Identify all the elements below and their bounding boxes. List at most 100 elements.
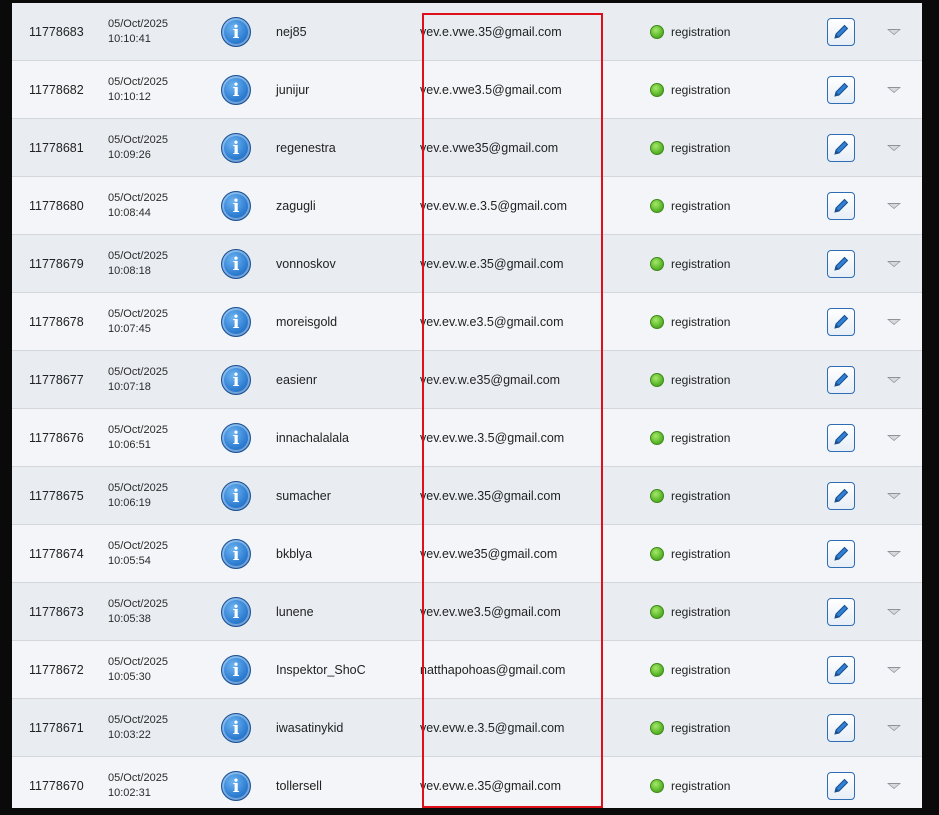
edit-cell[interactable] — [826, 3, 856, 61]
info-cell[interactable]: i — [220, 3, 252, 61]
edit-button[interactable] — [827, 308, 855, 336]
table-row[interactable]: 11778672 05/Oct/2025 10:05:30 i Inspekto… — [12, 641, 922, 699]
chevron-down-icon[interactable] — [887, 493, 901, 499]
edit-button[interactable] — [827, 250, 855, 278]
chevron-down-icon[interactable] — [887, 435, 901, 441]
info-cell[interactable]: i — [220, 583, 252, 641]
table-row[interactable]: 11778680 05/Oct/2025 10:08:44 i zagugli … — [12, 177, 922, 235]
info-cell[interactable]: i — [220, 293, 252, 351]
table-row[interactable]: 11778683 05/Oct/2025 10:10:41 i nej85 ve… — [12, 3, 922, 61]
chevron-down-icon[interactable] — [887, 261, 901, 267]
info-icon[interactable]: i — [221, 655, 251, 685]
edit-button[interactable] — [827, 424, 855, 452]
edit-button[interactable] — [827, 18, 855, 46]
table-row[interactable]: 11778678 05/Oct/2025 10:07:45 i moreisgo… — [12, 293, 922, 351]
edit-cell[interactable] — [826, 583, 856, 641]
edit-button[interactable] — [827, 192, 855, 220]
table-row[interactable]: 11778670 05/Oct/2025 10:02:31 i tollerse… — [12, 757, 922, 808]
info-icon[interactable]: i — [221, 597, 251, 627]
edit-cell[interactable] — [826, 293, 856, 351]
edit-cell[interactable] — [826, 757, 856, 808]
edit-cell[interactable] — [826, 525, 856, 583]
edit-cell[interactable] — [826, 467, 856, 525]
chevron-down-icon[interactable] — [887, 145, 901, 151]
info-cell[interactable]: i — [220, 61, 252, 119]
info-icon[interactable]: i — [221, 539, 251, 569]
info-cell[interactable]: i — [220, 235, 252, 293]
edit-button[interactable] — [827, 772, 855, 800]
info-icon[interactable]: i — [221, 249, 251, 279]
row-username: Inspektor_ShoC — [276, 663, 366, 677]
edit-button[interactable] — [827, 76, 855, 104]
expand-cell[interactable] — [884, 177, 904, 235]
info-icon[interactable]: i — [221, 191, 251, 221]
table-row[interactable]: 11778682 05/Oct/2025 10:10:12 i junijur … — [12, 61, 922, 119]
expand-cell[interactable] — [884, 699, 904, 757]
edit-cell[interactable] — [826, 641, 856, 699]
info-cell[interactable]: i — [220, 641, 252, 699]
edit-cell[interactable] — [826, 119, 856, 177]
edit-cell[interactable] — [826, 235, 856, 293]
info-cell[interactable]: i — [220, 351, 252, 409]
table-row[interactable]: 11778675 05/Oct/2025 10:06:19 i sumacher… — [12, 467, 922, 525]
expand-cell[interactable] — [884, 467, 904, 525]
chevron-down-icon[interactable] — [887, 87, 901, 93]
expand-cell[interactable] — [884, 3, 904, 61]
expand-cell[interactable] — [884, 757, 904, 808]
chevron-down-icon[interactable] — [887, 29, 901, 35]
chevron-down-icon[interactable] — [887, 609, 901, 615]
expand-cell[interactable] — [884, 525, 904, 583]
info-cell[interactable]: i — [220, 467, 252, 525]
info-cell[interactable]: i — [220, 177, 252, 235]
info-cell[interactable]: i — [220, 525, 252, 583]
expand-cell[interactable] — [884, 119, 904, 177]
edit-button[interactable] — [827, 134, 855, 162]
edit-cell[interactable] — [826, 409, 856, 467]
chevron-down-icon[interactable] — [887, 319, 901, 325]
expand-cell[interactable] — [884, 641, 904, 699]
table-row[interactable]: 11778676 05/Oct/2025 10:06:51 i innachal… — [12, 409, 922, 467]
expand-cell[interactable] — [884, 583, 904, 641]
table-row[interactable]: 11778677 05/Oct/2025 10:07:18 i easienr … — [12, 351, 922, 409]
edit-cell[interactable] — [826, 61, 856, 119]
info-icon[interactable]: i — [221, 17, 251, 47]
edit-button[interactable] — [827, 540, 855, 568]
info-icon[interactable]: i — [221, 307, 251, 337]
chevron-down-icon[interactable] — [887, 725, 901, 731]
chevron-down-icon[interactable] — [887, 203, 901, 209]
edit-button[interactable] — [827, 656, 855, 684]
status-label: registration — [671, 431, 731, 445]
edit-button[interactable] — [827, 366, 855, 394]
info-icon[interactable]: i — [221, 713, 251, 743]
info-icon[interactable]: i — [221, 365, 251, 395]
edit-button[interactable] — [827, 714, 855, 742]
edit-cell[interactable] — [826, 177, 856, 235]
table-row[interactable]: 11778681 05/Oct/2025 10:09:26 i regenest… — [12, 119, 922, 177]
table-row[interactable]: 11778674 05/Oct/2025 10:05:54 i bkblya v… — [12, 525, 922, 583]
info-icon[interactable]: i — [221, 771, 251, 801]
info-cell[interactable]: i — [220, 119, 252, 177]
chevron-down-icon[interactable] — [887, 667, 901, 673]
table-row[interactable]: 11778679 05/Oct/2025 10:08:18 i vonnosko… — [12, 235, 922, 293]
edit-button[interactable] — [827, 598, 855, 626]
info-icon[interactable]: i — [221, 75, 251, 105]
info-icon[interactable]: i — [221, 423, 251, 453]
edit-button[interactable] — [827, 482, 855, 510]
table-row[interactable]: 11778671 05/Oct/2025 10:03:22 i iwasatin… — [12, 699, 922, 757]
table-row[interactable]: 11778673 05/Oct/2025 10:05:38 i lunene v… — [12, 583, 922, 641]
info-cell[interactable]: i — [220, 757, 252, 808]
chevron-down-icon[interactable] — [887, 377, 901, 383]
info-icon[interactable]: i — [221, 481, 251, 511]
expand-cell[interactable] — [884, 61, 904, 119]
expand-cell[interactable] — [884, 235, 904, 293]
chevron-down-icon[interactable] — [887, 551, 901, 557]
expand-cell[interactable] — [884, 293, 904, 351]
expand-cell[interactable] — [884, 351, 904, 409]
expand-cell[interactable] — [884, 409, 904, 467]
info-icon[interactable]: i — [221, 133, 251, 163]
edit-cell[interactable] — [826, 351, 856, 409]
chevron-down-icon[interactable] — [887, 783, 901, 789]
edit-cell[interactable] — [826, 699, 856, 757]
info-cell[interactable]: i — [220, 409, 252, 467]
info-cell[interactable]: i — [220, 699, 252, 757]
